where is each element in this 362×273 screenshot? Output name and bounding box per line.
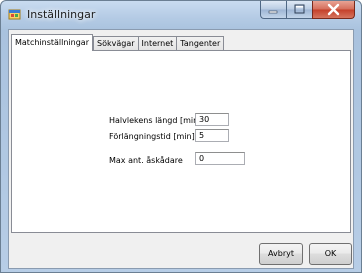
settings-app-icon — [8, 9, 21, 20]
maximize-button[interactable] — [286, 1, 312, 19]
maximize-icon — [294, 4, 305, 14]
tab-internet[interactable]: Internet — [137, 36, 178, 51]
overtime-label: Förlängningstid [min] — [109, 132, 195, 141]
half-length-label: Halvlekens längd [min] — [109, 116, 202, 125]
ok-button[interactable]: OK — [309, 243, 352, 265]
match-settings-panel: Halvlekens längd [min] Förlängningstid [… — [11, 50, 351, 233]
max-spectators-input[interactable] — [195, 152, 245, 165]
close-button[interactable] — [312, 1, 355, 19]
tab-match-settings[interactable]: Matchinställningar — [11, 34, 93, 51]
max-spectators-label: Max ant. åskådare — [109, 156, 183, 165]
overtime-input[interactable] — [195, 129, 229, 142]
tab-keys[interactable]: Tangenter — [176, 36, 225, 51]
settings-window: Inställningar Matchinställningar Sökväga… — [0, 0, 362, 273]
title-bar[interactable]: Inställningar — [1, 1, 361, 29]
minimize-button[interactable] — [260, 1, 286, 19]
tab-paths[interactable]: Sökvägar — [93, 36, 139, 51]
tab-strip: Matchinställningar Sökvägar Internet Tan… — [11, 34, 225, 51]
half-length-input[interactable] — [195, 113, 229, 126]
cancel-button[interactable]: Avbryt — [259, 243, 303, 265]
minimize-icon — [268, 10, 278, 14]
close-icon — [327, 3, 340, 16]
dialog-client-area: Matchinställningar Sökvägar Internet Tan… — [8, 29, 354, 269]
caption-buttons — [260, 1, 355, 19]
window-title: Inställningar — [27, 8, 96, 21]
